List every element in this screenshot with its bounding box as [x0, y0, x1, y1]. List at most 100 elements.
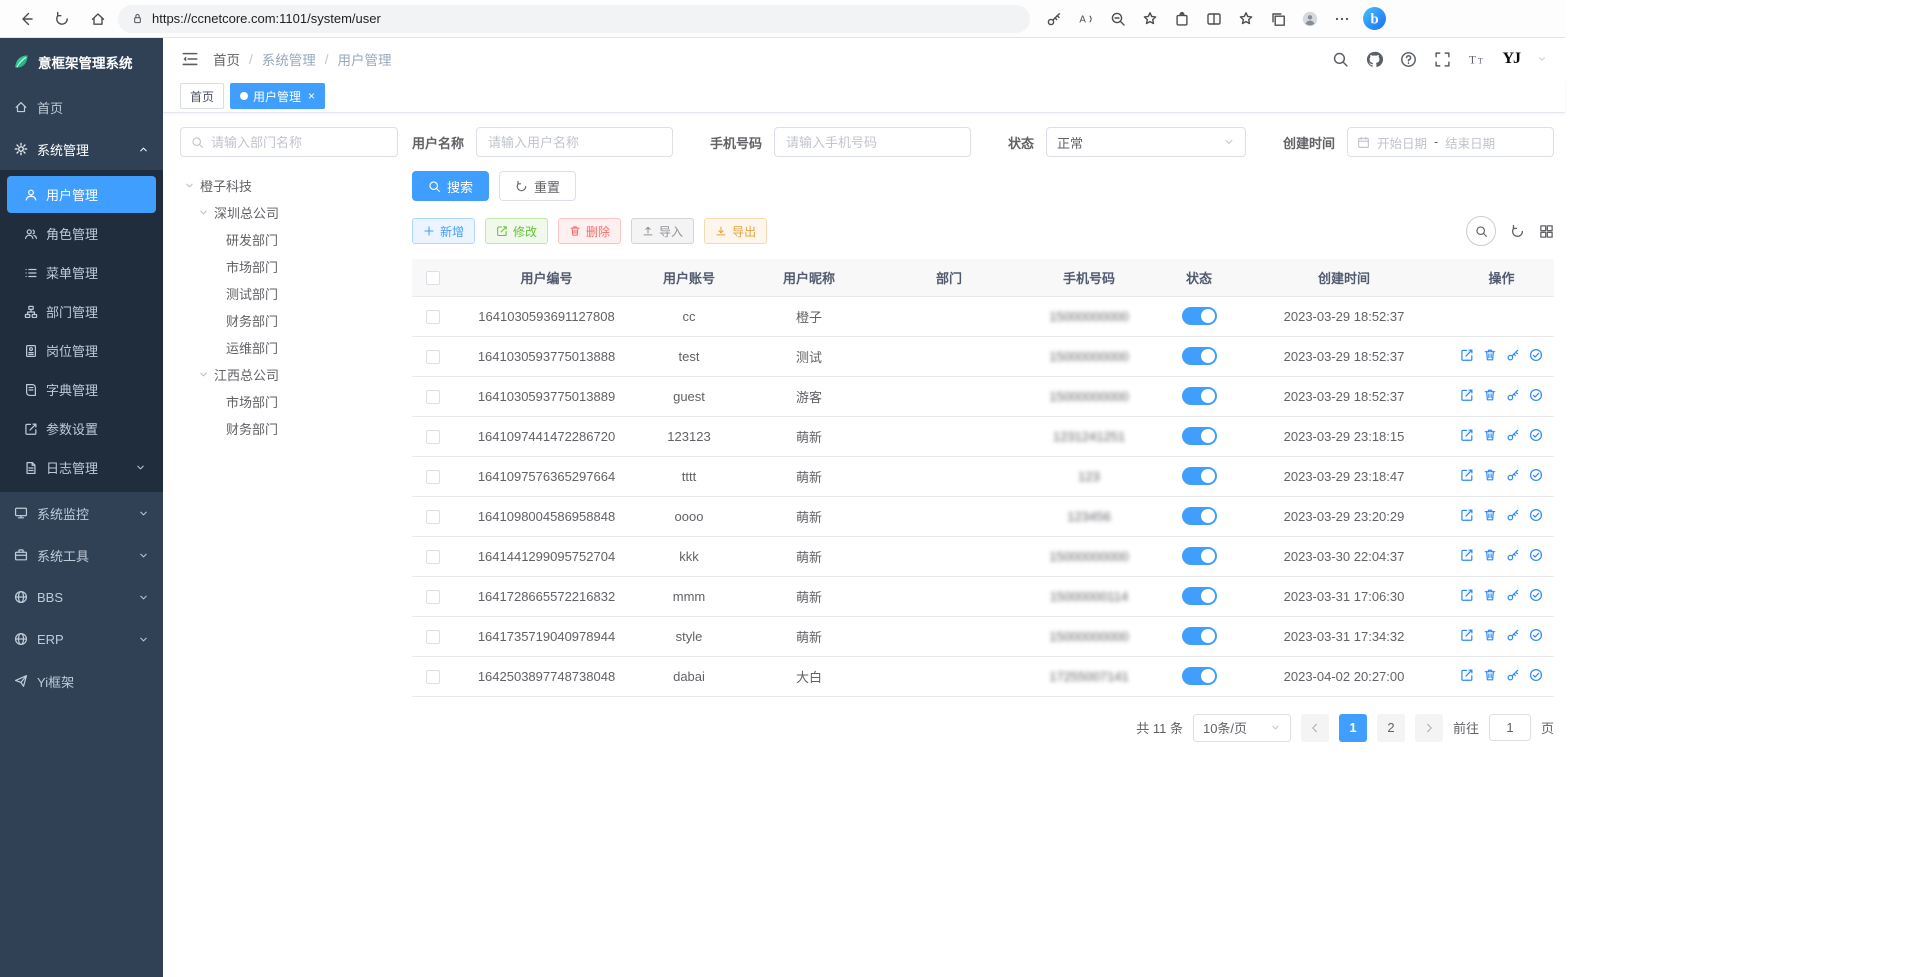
column-header[interactable]: 手机号码	[1019, 259, 1159, 296]
sidebar-item-system-tools[interactable]: 系统工具	[0, 534, 163, 576]
reset-button[interactable]: 重置	[499, 171, 576, 201]
edit-button[interactable]: 修改	[485, 218, 548, 244]
row-delete-icon[interactable]	[1483, 428, 1497, 442]
column-header[interactable]: 用户昵称	[739, 259, 879, 296]
breadcrumb-item[interactable]: 系统管理	[262, 49, 316, 69]
sidebar-item-system-mgmt[interactable]: 系统管理	[0, 128, 163, 170]
sidebar-item-yi-framework[interactable]: Yi框架	[0, 660, 163, 702]
row-edit-icon[interactable]	[1460, 628, 1474, 642]
table-row[interactable]: 1641097441472286720123123萌新1231241251202…	[412, 416, 1554, 456]
row-reset-password-icon[interactable]	[1506, 388, 1520, 402]
page-1-button[interactable]: 1	[1339, 714, 1367, 742]
row-reset-password-icon[interactable]	[1506, 348, 1520, 362]
column-header[interactable]: 用户账号	[639, 259, 739, 296]
row-reset-password-icon[interactable]	[1506, 588, 1520, 602]
sidebar-item-dict-mgmt[interactable]: 字典管理	[7, 371, 156, 408]
row-edit-icon[interactable]	[1460, 468, 1474, 482]
refresh-table-button[interactable]	[1510, 224, 1525, 239]
row-checkbox[interactable]	[426, 590, 440, 604]
row-reset-password-icon[interactable]	[1506, 548, 1520, 562]
status-toggle[interactable]	[1182, 347, 1217, 365]
row-checkbox[interactable]	[426, 630, 440, 644]
row-delete-icon[interactable]	[1483, 588, 1497, 602]
refresh-button[interactable]	[46, 4, 78, 34]
import-button[interactable]: 导入	[631, 218, 694, 244]
page-size-select[interactable]: 10条/页	[1193, 714, 1291, 742]
collapse-sidebar-button[interactable]	[181, 50, 199, 68]
passwords-button[interactable]	[1038, 4, 1070, 34]
row-assign-role-icon[interactable]	[1529, 428, 1543, 442]
column-header[interactable]: 操作	[1449, 259, 1554, 296]
row-reset-password-icon[interactable]	[1506, 428, 1520, 442]
sidebar-item-param-settings[interactable]: 参数设置	[7, 410, 156, 447]
sidebar-item-system-monitor[interactable]: 系统监控	[0, 492, 163, 534]
column-header[interactable]: 状态	[1159, 259, 1239, 296]
close-tab-icon[interactable]: ×	[308, 89, 315, 103]
table-row[interactable]: 1642503897748738048dabai大白17255007141202…	[412, 656, 1554, 696]
row-delete-icon[interactable]	[1483, 668, 1497, 682]
row-edit-icon[interactable]	[1460, 428, 1474, 442]
tree-node[interactable]: 市场部门	[180, 388, 398, 415]
dept-search-input[interactable]	[211, 135, 387, 150]
user-menu-button[interactable]	[1537, 54, 1547, 64]
row-assign-role-icon[interactable]	[1529, 548, 1543, 562]
header-search-button[interactable]	[1332, 51, 1349, 68]
tree-node[interactable]: 运维部门	[180, 334, 398, 361]
status-toggle[interactable]	[1182, 387, 1217, 405]
tab-user-mgmt[interactable]: 用户管理×	[230, 83, 325, 109]
favorite-add-button[interactable]	[1134, 4, 1166, 34]
tree-node[interactable]: 深圳总公司	[180, 199, 398, 226]
phone-input[interactable]	[774, 127, 971, 157]
github-button[interactable]	[1366, 51, 1383, 68]
column-header[interactable]: 用户编号	[454, 259, 639, 296]
row-delete-icon[interactable]	[1483, 628, 1497, 642]
row-delete-icon[interactable]	[1483, 348, 1497, 362]
tree-node[interactable]: 橙子科技	[180, 172, 398, 199]
column-header[interactable]: 创建时间	[1239, 259, 1449, 296]
page-2-button[interactable]: 2	[1377, 714, 1405, 742]
status-toggle[interactable]	[1182, 547, 1217, 565]
row-reset-password-icon[interactable]	[1506, 508, 1520, 522]
row-assign-role-icon[interactable]	[1529, 468, 1543, 482]
split-screen-button[interactable]	[1198, 4, 1230, 34]
row-assign-role-icon[interactable]	[1529, 348, 1543, 362]
row-delete-icon[interactable]	[1483, 388, 1497, 402]
row-checkbox[interactable]	[426, 470, 440, 484]
sidebar-item-menu-mgmt[interactable]: 菜单管理	[7, 254, 156, 291]
row-edit-icon[interactable]	[1460, 668, 1474, 682]
row-delete-icon[interactable]	[1483, 468, 1497, 482]
row-edit-icon[interactable]	[1460, 348, 1474, 362]
caret-down-icon[interactable]	[198, 207, 209, 218]
status-toggle[interactable]	[1182, 467, 1217, 485]
breadcrumb-item[interactable]: 首页	[213, 49, 240, 69]
caret-down-icon[interactable]	[184, 180, 195, 191]
row-edit-icon[interactable]	[1460, 508, 1474, 522]
home-button[interactable]	[82, 4, 114, 34]
select-all-checkbox[interactable]	[426, 271, 440, 285]
status-toggle[interactable]	[1182, 507, 1217, 525]
user-avatar[interactable]: YJ	[1502, 50, 1520, 68]
back-button[interactable]	[10, 4, 42, 34]
date-range-picker[interactable]: 开始日期 - 结束日期	[1347, 127, 1554, 157]
status-toggle[interactable]	[1182, 667, 1217, 685]
table-row[interactable]: 1641030593775013889guest游客15000000000202…	[412, 376, 1554, 416]
delete-button[interactable]: 删除	[558, 218, 621, 244]
tree-node[interactable]: 研发部门	[180, 226, 398, 253]
next-page-button[interactable]	[1415, 714, 1443, 742]
row-reset-password-icon[interactable]	[1506, 468, 1520, 482]
row-checkbox[interactable]	[426, 350, 440, 364]
row-checkbox[interactable]	[426, 550, 440, 564]
tree-node[interactable]: 测试部门	[180, 280, 398, 307]
table-row[interactable]: 1641030593691127808cc橙子150000000002023-0…	[412, 296, 1554, 336]
font-size-button[interactable]: TT	[1468, 51, 1485, 68]
status-toggle[interactable]	[1182, 627, 1217, 645]
row-checkbox[interactable]	[426, 430, 440, 444]
fullscreen-button[interactable]	[1434, 51, 1451, 68]
row-assign-role-icon[interactable]	[1529, 668, 1543, 682]
sidebar-item-erp[interactable]: ERP	[0, 618, 163, 660]
address-bar[interactable]: https://ccnetcore.com:1101/system/user	[118, 5, 1030, 33]
search-button[interactable]: 搜索	[412, 171, 489, 201]
row-reset-password-icon[interactable]	[1506, 668, 1520, 682]
username-input[interactable]	[476, 127, 673, 157]
row-edit-icon[interactable]	[1460, 548, 1474, 562]
